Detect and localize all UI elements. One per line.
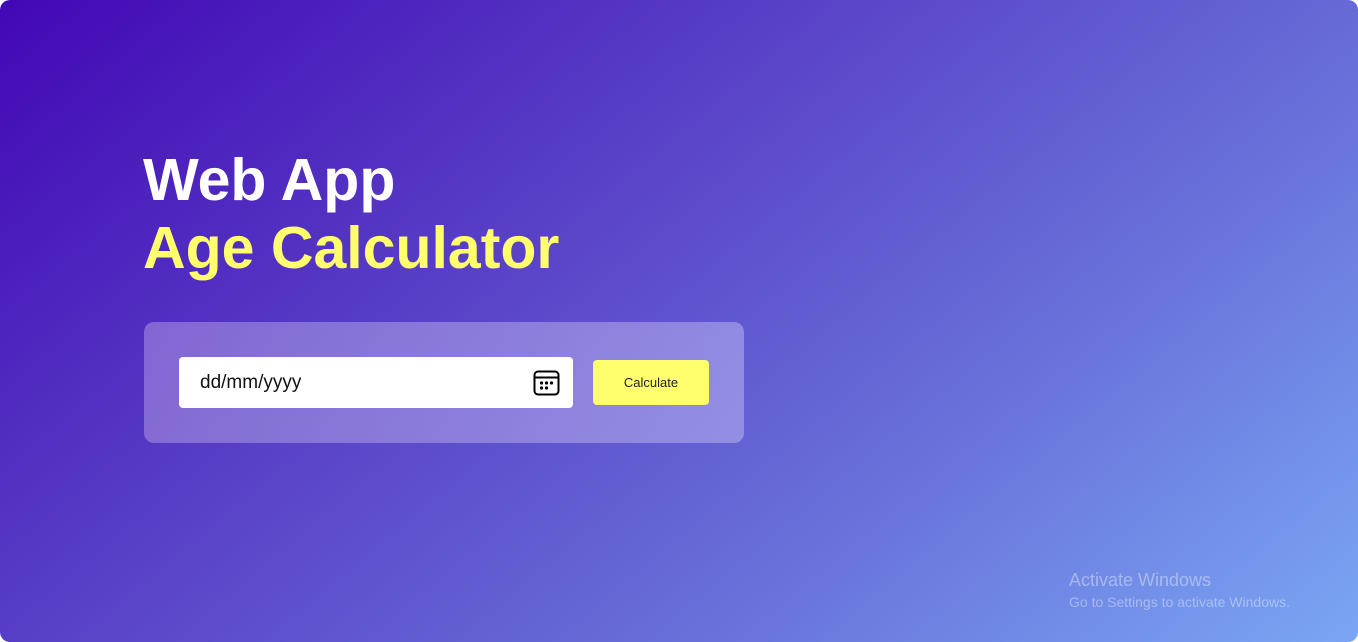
title-line-web-app: Web App xyxy=(143,147,396,213)
birth-date-input[interactable]: dd/mm/yyyy xyxy=(179,357,573,408)
calculator-card: dd/mm/yyyy Calculate xyxy=(144,322,744,443)
app-page: Web App Age Calculator dd/mm/yyyy Calcul… xyxy=(0,0,1358,642)
watermark-subtitle: Go to Settings to activate Windows. xyxy=(1069,594,1290,610)
calendar-icon[interactable] xyxy=(533,369,560,396)
page-title: Web App Age Calculator xyxy=(143,146,559,282)
date-input-placeholder: dd/mm/yyyy xyxy=(200,372,302,393)
activate-windows-watermark: Activate Windows Go to Settings to activ… xyxy=(1069,569,1290,612)
title-line-age-calculator: Age Calculator xyxy=(143,215,560,281)
watermark-title: Activate Windows xyxy=(1069,570,1212,590)
calculate-button[interactable]: Calculate xyxy=(593,360,709,405)
